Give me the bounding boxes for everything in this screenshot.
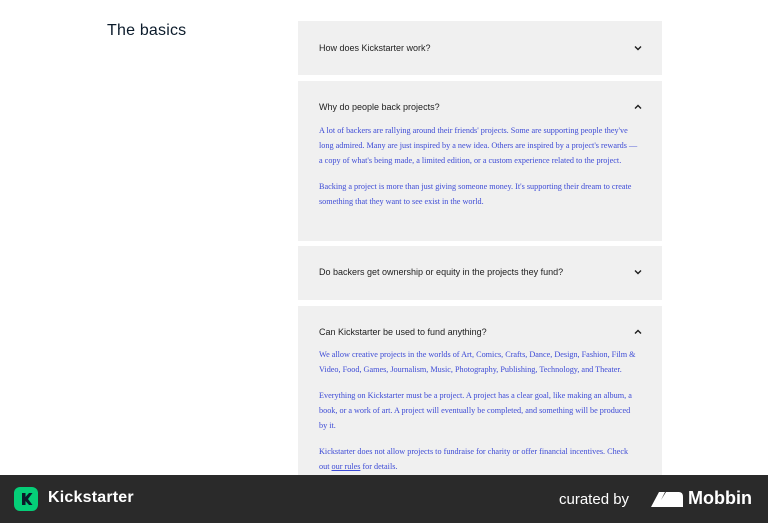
faq-item[interactable]: How does Kickstarter work? <box>298 21 662 75</box>
our-rules-link[interactable]: our rules <box>332 462 361 471</box>
brand-name: Kickstarter <box>48 489 134 506</box>
kickstarter-logo-icon <box>14 487 38 511</box>
mobbin-logo-icon <box>651 491 683 507</box>
faq-item[interactable]: Why do people back projects? A lot of ba… <box>298 81 662 241</box>
faq-question[interactable]: How does Kickstarter work? <box>319 43 641 53</box>
faq-answer: A lot of backers are rallying around the… <box>319 123 638 220</box>
chevron-down-icon[interactable] <box>634 44 642 52</box>
faq-answer: We allow creative projects in the worlds… <box>319 347 638 485</box>
answer-paragraph: Kickstarter does not allow projects to f… <box>319 444 638 474</box>
faq-question[interactable]: Why do people back projects? <box>319 102 641 112</box>
answer-text: for details. <box>360 462 398 471</box>
faq-question[interactable]: Do backers get ownership or equity in th… <box>319 267 641 277</box>
chevron-up-icon[interactable] <box>634 328 642 336</box>
faq-question[interactable]: Can Kickstarter be used to fund anything… <box>319 327 641 337</box>
chevron-up-icon[interactable] <box>634 103 642 111</box>
answer-paragraph: We allow creative projects in the worlds… <box>319 350 636 374</box>
faq-item[interactable]: Do backers get ownership or equity in th… <box>298 246 662 300</box>
curator-name: Mobbin <box>688 488 752 508</box>
chevron-down-icon[interactable] <box>634 268 642 276</box>
answer-paragraph: Everything on Kickstarter must be a proj… <box>319 391 632 430</box>
answer-paragraph: Backing a project is more than just givi… <box>319 182 632 206</box>
faq-item[interactable]: Can Kickstarter be used to fund anything… <box>298 306 662 475</box>
section-title: The basics <box>107 22 187 39</box>
curated-by-label: curated by <box>559 491 630 508</box>
footer-bar: Kickstarter curated by Mobbin <box>0 475 768 523</box>
answer-paragraph: A lot of backers are rallying around the… <box>319 126 638 165</box>
